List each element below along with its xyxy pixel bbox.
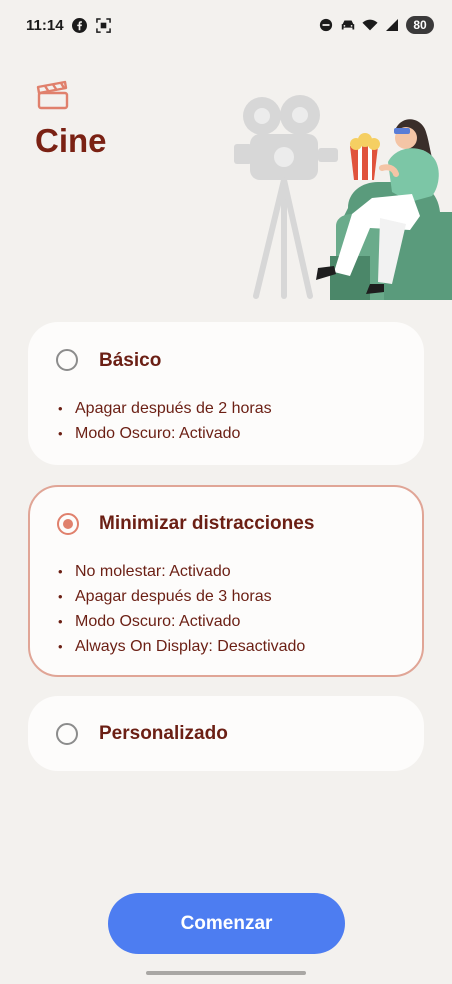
option-details: No molestar: Activado Apagar después de … <box>58 559 305 659</box>
radio-basico[interactable] <box>56 349 78 371</box>
option-card-basico[interactable]: Básico Apagar después de 2 horas Modo Os… <box>28 322 424 465</box>
battery-indicator: 80 <box>406 16 434 34</box>
list-item: Always On Display: Desactivado <box>58 634 305 659</box>
status-right: 80 <box>318 16 434 34</box>
clapperboard-icon <box>36 80 70 110</box>
radio-personalizado[interactable] <box>56 723 78 745</box>
list-item: Modo Oscuro: Activado <box>58 609 305 634</box>
list-item: Modo Oscuro: Activado <box>58 421 272 446</box>
option-label: Básico <box>99 350 162 371</box>
wifi-icon <box>362 17 378 33</box>
cinema-illustration <box>210 88 452 300</box>
option-card-personalizado[interactable]: Personalizado <box>28 696 424 771</box>
radio-minimizar-distracciones[interactable] <box>57 513 79 535</box>
page-title: Cine <box>35 122 107 159</box>
car-icon <box>340 17 356 33</box>
screenshot-icon <box>96 17 112 33</box>
dnd-icon <box>318 17 334 33</box>
facebook-icon <box>72 17 88 33</box>
option-label: Minimizar distracciones <box>99 513 315 534</box>
option-card-minimizar-distracciones[interactable]: Minimizar distracciones No molestar: Act… <box>28 485 424 677</box>
status-bar: 11:14 80 <box>0 0 452 50</box>
status-left: 11:14 <box>26 17 112 34</box>
list-item: Apagar después de 3 horas <box>58 584 305 609</box>
option-label: Personalizado <box>99 723 228 744</box>
list-item: Apagar después de 2 horas <box>58 396 272 421</box>
option-details: Apagar después de 2 horas Modo Oscuro: A… <box>58 396 272 446</box>
home-indicator[interactable] <box>146 971 306 975</box>
signal-icon <box>384 17 400 33</box>
start-button[interactable]: Comenzar <box>108 893 345 954</box>
status-time: 11:14 <box>26 16 64 34</box>
list-item: No molestar: Activado <box>58 559 305 584</box>
